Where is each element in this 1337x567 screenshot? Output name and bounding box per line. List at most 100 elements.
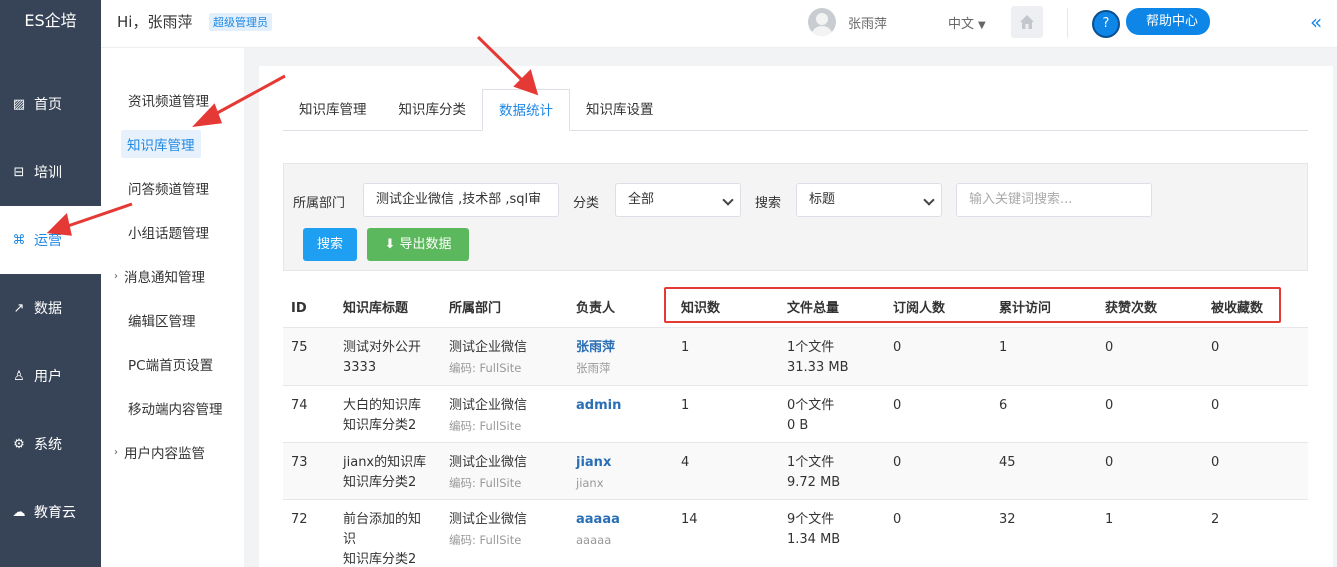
dept-input[interactable]: 测试企业微信 ,技术部 ,sql审 xyxy=(363,183,559,217)
tab-statistics[interactable]: 数据统计 xyxy=(482,89,570,131)
nav-item-home[interactable]: ▨ 首页 xyxy=(0,70,101,138)
cell-knowledge: 4 xyxy=(681,455,690,470)
owner-link[interactable]: 张雨萍 xyxy=(576,340,615,355)
table-row[interactable]: 74 大白的知识库 知识库分类2 测试企业微信 编码: FullSite admin… xyxy=(283,386,1308,443)
subnav-label: 资讯频道管理 xyxy=(128,94,209,110)
nav-label: 数据 xyxy=(34,301,62,317)
subnav-label: PC端首页设置 xyxy=(128,358,214,374)
cell-likes: 0 xyxy=(1105,398,1114,413)
help-icon[interactable]: ? xyxy=(1092,10,1120,38)
file-count: 0个文件 xyxy=(787,398,835,413)
file-size: 1.34 MB xyxy=(787,532,841,547)
category-select[interactable]: 全部 xyxy=(615,183,741,217)
subnav-item-news[interactable]: 资讯频道管理 xyxy=(101,78,244,122)
cell-visits: 1 xyxy=(999,340,1008,355)
chart-icon: ↗ xyxy=(13,300,25,316)
cell-favorites: 0 xyxy=(1211,455,1220,470)
gear-icon: ⚙ xyxy=(13,436,25,452)
title-line: 知识库分类2 xyxy=(343,552,417,567)
cell-favorites: 0 xyxy=(1211,398,1220,413)
export-label: 导出数据 xyxy=(399,237,452,252)
nav-item-system[interactable]: ⚙ 系统 xyxy=(0,410,101,478)
table-row[interactable]: 72 前台添加的知识知识库分类2 测试企业微信 编码: FullSite aaaa… xyxy=(283,500,1308,567)
file-count: 1个文件 xyxy=(787,340,835,355)
cell-title: 大白的知识库 知识库分类2 xyxy=(335,396,441,442)
subnav-label: 移动端内容管理 xyxy=(128,402,223,418)
cell-knowledge: 14 xyxy=(681,512,698,527)
brand-logo[interactable]: ES企培 xyxy=(0,0,101,42)
filter-panel: 所属部门 测试企业微信 ,技术部 ,sql审 分类 全部 搜索 标题 输入关键词… xyxy=(283,163,1308,271)
cell-visits: 32 xyxy=(999,512,1016,527)
user-name[interactable]: 张雨萍 xyxy=(848,13,887,32)
dept-name: 测试企业微信 xyxy=(449,512,528,527)
cell-likes: 0 xyxy=(1105,455,1114,470)
top-header: Hi，张雨萍 超级管理员 张雨萍 中文 ▼ ? 帮助中心 « xyxy=(101,0,1337,48)
nav-item-users[interactable]: ♙ 用户 xyxy=(0,342,101,410)
cloud-icon: ☁ xyxy=(12,504,26,520)
highlight-annotation xyxy=(664,287,1281,323)
cell-favorites: 2 xyxy=(1211,512,1220,527)
nav-item-training[interactable]: ⊟ 培训 xyxy=(0,138,101,206)
nav-label: 用户 xyxy=(34,369,62,385)
subnav-item-knowledge[interactable]: 知识库管理 xyxy=(101,122,244,166)
subnav-item-pc-home[interactable]: PC端首页设置 xyxy=(101,342,244,386)
cell-id: 73 xyxy=(291,455,308,470)
nav-label: 首页 xyxy=(34,97,62,113)
tab-knowledge-settings[interactable]: 知识库设置 xyxy=(570,90,670,130)
cell-visits: 45 xyxy=(999,455,1016,470)
cell-dept: 测试企业微信 编码: FullSite xyxy=(441,510,568,567)
search-button[interactable]: 搜索 xyxy=(303,228,357,261)
collapse-icon[interactable]: « xyxy=(1310,10,1322,34)
keyword-input[interactable]: 输入关键词搜索... xyxy=(956,183,1152,217)
cell-files: 1个文件 31.33 MB xyxy=(779,338,885,385)
cell-knowledge: 1 xyxy=(681,340,690,355)
subnav-label: 知识库管理 xyxy=(121,130,201,158)
nav-item-data[interactable]: ↗ 数据 xyxy=(0,274,101,342)
subnav-item-editor[interactable]: 编辑区管理 xyxy=(101,298,244,342)
cell-id: 75 xyxy=(291,340,308,355)
col-header: 所属部门 xyxy=(449,301,502,316)
subnav-item-content-monitor[interactable]: › 用户内容监管 xyxy=(101,430,244,474)
export-button[interactable]: ⬇ 导出数据 xyxy=(367,228,469,261)
table-row[interactable]: 75 测试对外公开 3333 测试企业微信 编码: FullSite 张雨萍 张雨萍 … xyxy=(283,328,1308,386)
subnav-item-qa[interactable]: 问答频道管理 xyxy=(101,166,244,210)
col-header: ID xyxy=(291,301,307,316)
dept-code: 编码: FullSite xyxy=(449,419,522,433)
cell-owner: jianx jianx xyxy=(568,453,673,499)
title-line: 前台添加的知 xyxy=(343,512,422,527)
cell-files: 9个文件 1.34 MB xyxy=(779,510,885,567)
subnav-item-mobile[interactable]: 移动端内容管理 xyxy=(101,386,244,430)
greeting: Hi，张雨萍 xyxy=(117,13,193,31)
subnav-label: 小组话题管理 xyxy=(128,226,209,242)
dept-code: 编码: FullSite xyxy=(449,533,522,547)
nav-item-cloud[interactable]: ☁ 教育云 xyxy=(0,478,101,546)
language-select[interactable]: 中文 ▼ xyxy=(948,13,986,32)
statistics-table: ID 知识库标题 所属部门 负责人 知识数 文件总量 订阅人数 累计访问 获赞次… xyxy=(283,287,1308,567)
search-label: 搜索 xyxy=(755,196,782,211)
file-count: 1个文件 xyxy=(787,455,835,470)
search-field-select[interactable]: 标题 xyxy=(796,183,942,217)
cell-subscribers: 0 xyxy=(893,455,902,470)
table-row[interactable]: 73 jianx的知识库 知识库分类2 测试企业微信 编码: FullSite ji… xyxy=(283,443,1308,500)
file-size: 9.72 MB xyxy=(787,475,841,490)
owner-link[interactable]: aaaaa xyxy=(576,512,620,527)
cell-visits: 6 xyxy=(999,398,1008,413)
home-icon xyxy=(1020,15,1034,29)
dept-code: 编码: FullSite xyxy=(449,361,522,375)
avatar[interactable] xyxy=(808,8,836,36)
role-badge: 超级管理员 xyxy=(209,13,272,31)
tab-knowledge-category[interactable]: 知识库分类 xyxy=(383,90,483,130)
subnav-item-messages[interactable]: › 消息通知管理 xyxy=(101,254,244,298)
nav-item-operations[interactable]: ⌘ 运营 xyxy=(0,206,101,274)
owner-link[interactable]: jianx xyxy=(576,455,611,470)
caret-down-icon: ▼ xyxy=(978,20,986,31)
cell-favorites: 0 xyxy=(1211,340,1220,355)
help-center-button[interactable]: 帮助中心 xyxy=(1126,8,1211,35)
operations-icon: ⌘ xyxy=(12,232,26,248)
subnav-item-groups[interactable]: 小组话题管理 xyxy=(101,210,244,254)
owner-link[interactable]: admin xyxy=(576,398,621,413)
owner-sub: jianx xyxy=(576,476,604,490)
cell-subscribers: 0 xyxy=(893,512,902,527)
home-button[interactable] xyxy=(1011,6,1043,38)
tab-knowledge-manage[interactable]: 知识库管理 xyxy=(283,90,383,130)
